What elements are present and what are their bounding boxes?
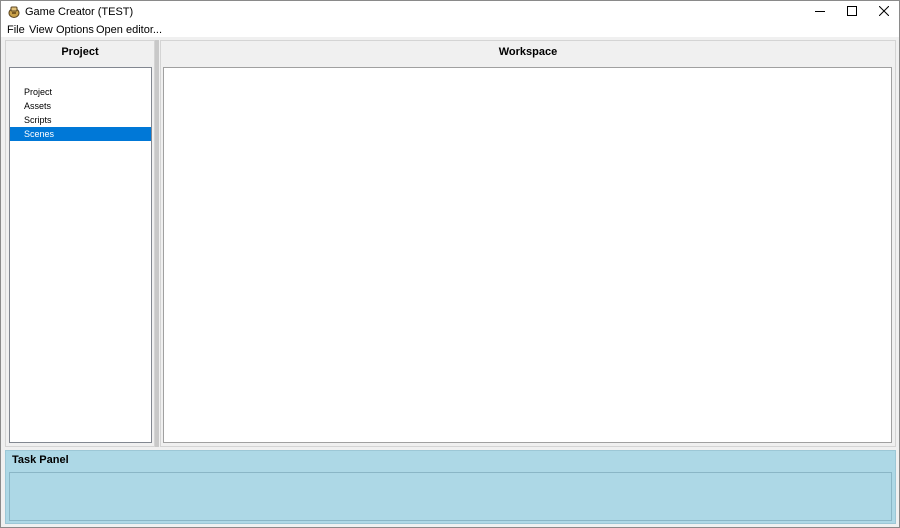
- menu-file[interactable]: File: [7, 23, 25, 37]
- tree-item-scenes[interactable]: Scenes: [10, 127, 151, 141]
- task-panel-title: Task Panel: [12, 454, 69, 466]
- title-bar[interactable]: Game Creator (TEST): [1, 1, 899, 23]
- minimize-icon: [815, 5, 825, 19]
- tree-item-scripts[interactable]: Scripts: [10, 113, 151, 127]
- tree-item-project[interactable]: Project: [10, 85, 151, 99]
- project-tree[interactable]: Project Assets Scripts Scenes: [9, 67, 152, 443]
- close-icon: [878, 5, 890, 19]
- minimize-button[interactable]: [803, 1, 837, 23]
- menu-options[interactable]: Options: [56, 23, 94, 37]
- panel-splitter[interactable]: [155, 40, 159, 447]
- maximize-icon: [847, 5, 857, 19]
- maximize-button[interactable]: [835, 1, 869, 23]
- tree-item-assets[interactable]: Assets: [10, 99, 151, 113]
- task-panel-content[interactable]: [9, 472, 892, 521]
- project-panel-title: Project: [61, 46, 99, 58]
- close-button[interactable]: [867, 1, 900, 23]
- app-window: Game Creator (TEST) File View Options Op…: [0, 0, 900, 528]
- workspace-area[interactable]: [163, 67, 892, 443]
- menu-bar: File View Options Open editor...: [1, 23, 899, 37]
- window-title: Game Creator (TEST): [25, 6, 134, 18]
- workspace-title: Workspace: [498, 46, 558, 58]
- game-creator-icon: [8, 6, 20, 18]
- menu-open-editor[interactable]: Open editor...: [96, 23, 162, 37]
- menu-view[interactable]: View: [29, 23, 53, 37]
